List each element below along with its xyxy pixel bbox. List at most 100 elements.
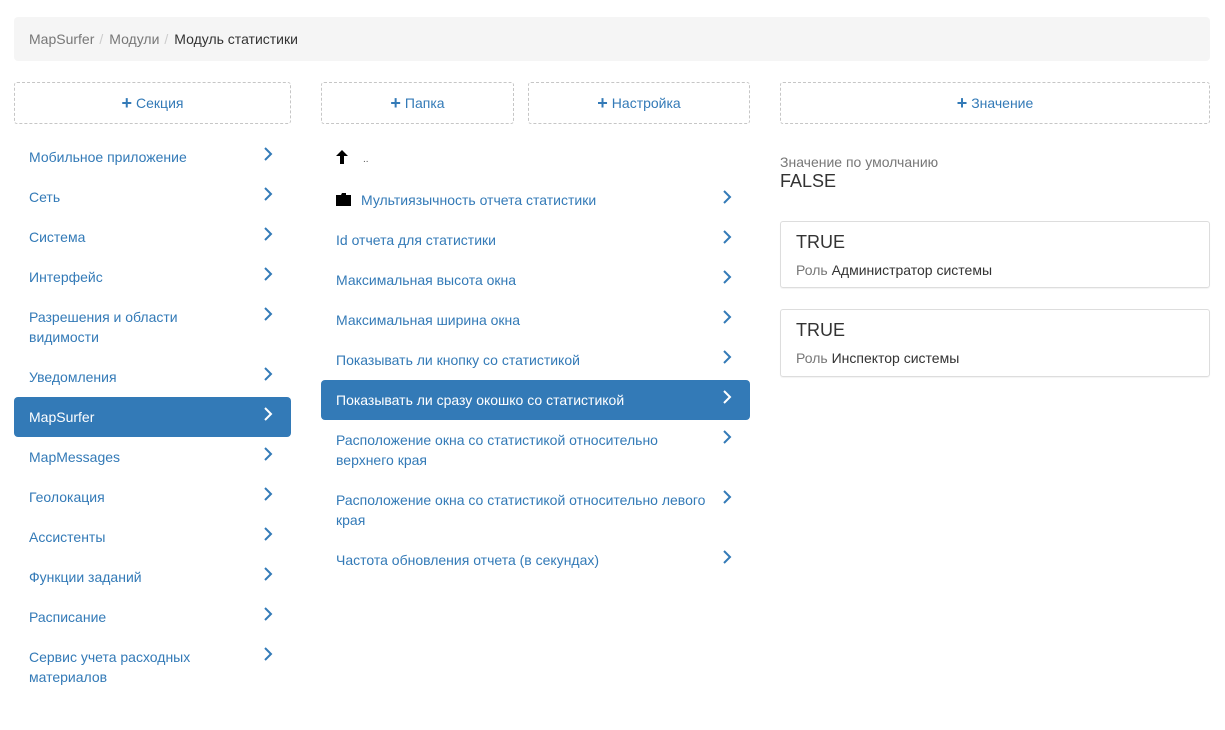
sidebar-item[interactable]: Сеть [14, 177, 291, 217]
sidebar-item-label: Ассистенты [29, 529, 106, 545]
setting-item-label: Частота обновления отчета (в секундах) [336, 552, 600, 568]
plus-icon: + [956, 93, 968, 113]
sidebar-item-label: Разрешения и области видимости [29, 309, 178, 345]
breadcrumb-item-modules[interactable]: Модули [109, 31, 159, 47]
chevron-right-icon [264, 607, 273, 621]
setting-item[interactable]: Показывать ли кнопку со статистикой [321, 340, 750, 380]
setting-item-label: Максимальная высота окна [336, 272, 517, 288]
chevron-right-icon [723, 490, 732, 504]
sidebar-item-label: Расписание [29, 609, 107, 625]
chevron-right-icon [723, 350, 732, 364]
list-item-up[interactable]: .. [321, 137, 750, 180]
sidebar-item-label: MapSurfer [29, 409, 95, 425]
breadcrumb-item-mapsurfer[interactable]: MapSurfer [29, 31, 94, 47]
setting-item-label: Максимальная ширина окна [336, 312, 521, 328]
value-card-value: TRUE [796, 320, 845, 340]
sidebar-item-label: Функции заданий [29, 569, 142, 585]
chevron-right-icon [723, 230, 732, 244]
setting-item[interactable]: Расположение окна со статистикой относит… [321, 420, 750, 480]
settings-list: .. Мультиязычность отчета статистики Id … [321, 137, 750, 580]
value-card[interactable]: TRUE Роль Администратор системы [780, 221, 1210, 288]
sidebar-item-label: Мобильное приложение [29, 149, 187, 165]
chevron-right-icon [723, 430, 732, 444]
sidebar-item[interactable]: Функции заданий [14, 557, 291, 597]
add-folder-label: Папка [404, 95, 445, 111]
role-name: Администратор системы [831, 262, 993, 278]
add-section-button[interactable]: + Секция [14, 82, 291, 124]
chevron-right-icon [264, 267, 273, 281]
add-value-label: Значение [971, 95, 1034, 111]
setting-item-label: Показывать ли сразу окошко со статистико… [336, 392, 625, 408]
setting-item[interactable]: Максимальная ширина окна [321, 300, 750, 340]
chevron-right-icon [264, 227, 273, 241]
up-label: .. [363, 154, 369, 165]
sidebar-item[interactable]: Сервис учета расходных материалов [14, 637, 291, 697]
role-name: Инспектор системы [831, 350, 960, 366]
default-value: FALSE [780, 171, 837, 191]
setting-item[interactable]: Частота обновления отчета (в секундах) [321, 540, 750, 580]
sidebar-item-label: MapMessages [29, 449, 121, 465]
sidebar-item[interactable]: Система [14, 217, 291, 257]
value-card-role: Роль Администратор системы [796, 260, 1194, 280]
breadcrumb-separator: / [99, 31, 104, 47]
chevron-right-icon [264, 487, 273, 501]
value-card[interactable]: TRUE Роль Инспектор системы [780, 309, 1210, 377]
setting-item[interactable]: Максимальная высота окна [321, 260, 750, 300]
plus-icon: + [390, 93, 401, 113]
chevron-right-icon [264, 147, 273, 161]
setting-item[interactable]: Id отчета для статистики [321, 220, 750, 260]
sidebar-item-label: Сеть [29, 189, 61, 205]
list-item-folder[interactable]: Мультиязычность отчета статистики [321, 180, 750, 220]
breadcrumb: MapSurfer / Модули / Модуль статистики [14, 17, 1210, 61]
chevron-right-icon [264, 647, 273, 661]
sidebar-item-label: Интерфейс [29, 269, 103, 285]
chevron-right-icon [264, 527, 273, 541]
setting-item-label: Id отчета для статистики [336, 232, 496, 248]
chevron-right-icon [264, 407, 273, 421]
sidebar-item-label: Сервис учета расходных материалов [29, 649, 191, 685]
add-value-button[interactable]: + Значение [780, 82, 1210, 124]
role-label: Роль [796, 262, 828, 278]
setting-item-label: Расположение окна со статистикой относит… [336, 432, 658, 468]
setting-item-label: Расположение окна со статистикой относит… [336, 492, 706, 528]
setting-item[interactable]: Расположение окна со статистикой относит… [321, 480, 750, 540]
sections-list: Мобильное приложение Сеть Система Интерфейс… [14, 137, 291, 697]
arrow-up-icon [336, 150, 348, 164]
chevron-right-icon [723, 390, 732, 404]
chevron-right-icon [723, 270, 732, 284]
add-folder-button[interactable]: + Папка [321, 82, 514, 124]
setting-item-label: Показывать ли кнопку со статистикой [336, 352, 580, 368]
sidebar-item[interactable]: Уведомления [14, 357, 291, 397]
chevron-right-icon [723, 550, 732, 564]
sidebar-item[interactable]: Геолокация [14, 477, 291, 517]
setting-item[interactable]: Показывать ли сразу окошко со статистико… [321, 380, 750, 420]
role-label: Роль [796, 350, 828, 366]
sidebar-item[interactable]: Ассистенты [14, 517, 291, 557]
sidebar-item-label: Система [29, 229, 86, 245]
sidebar-item[interactable]: MapSurfer [14, 397, 291, 437]
breadcrumb-separator: / [164, 31, 169, 47]
add-section-label: Секция [136, 95, 184, 111]
chevron-right-icon [264, 307, 273, 321]
chevron-right-icon [264, 187, 273, 201]
plus-icon: + [121, 93, 133, 113]
value-card-role: Роль Инспектор системы [796, 348, 1194, 368]
chevron-right-icon [264, 447, 273, 461]
chevron-right-icon [723, 190, 732, 204]
sidebar-item[interactable]: Интерфейс [14, 257, 291, 297]
sidebar-item[interactable]: Мобильное приложение [14, 137, 291, 177]
sidebar-item[interactable]: Расписание [14, 597, 291, 637]
sidebar-item[interactable]: Разрешения и области видимости [14, 297, 291, 357]
default-value-label: Значение по умолчанию [780, 154, 939, 170]
folder-label: Мультиязычность отчета статистики [361, 192, 597, 208]
chevron-right-icon [723, 310, 732, 324]
sidebar-item-label: Геолокация [29, 489, 105, 505]
add-setting-button[interactable]: + Настройка [528, 82, 750, 124]
value-card-value: TRUE [796, 232, 845, 252]
sidebar-item[interactable]: MapMessages [14, 437, 291, 477]
chevron-right-icon [264, 567, 273, 581]
chevron-right-icon [264, 367, 273, 381]
breadcrumb-current: Модуль статистики [174, 31, 298, 47]
sidebar-item-label: Уведомления [29, 369, 117, 385]
folder-icon [336, 193, 351, 206]
